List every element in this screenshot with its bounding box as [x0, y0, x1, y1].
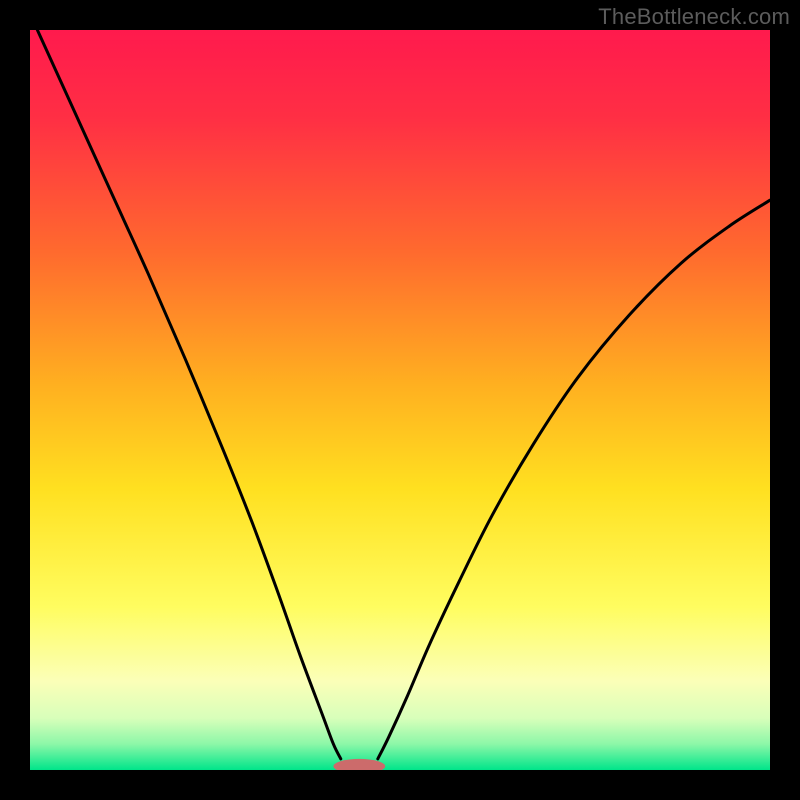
chart-svg — [30, 30, 770, 770]
chart-frame: TheBottleneck.com — [0, 0, 800, 800]
gradient-background — [30, 30, 770, 770]
plot-area — [30, 30, 770, 770]
watermark-text: TheBottleneck.com — [598, 4, 790, 30]
